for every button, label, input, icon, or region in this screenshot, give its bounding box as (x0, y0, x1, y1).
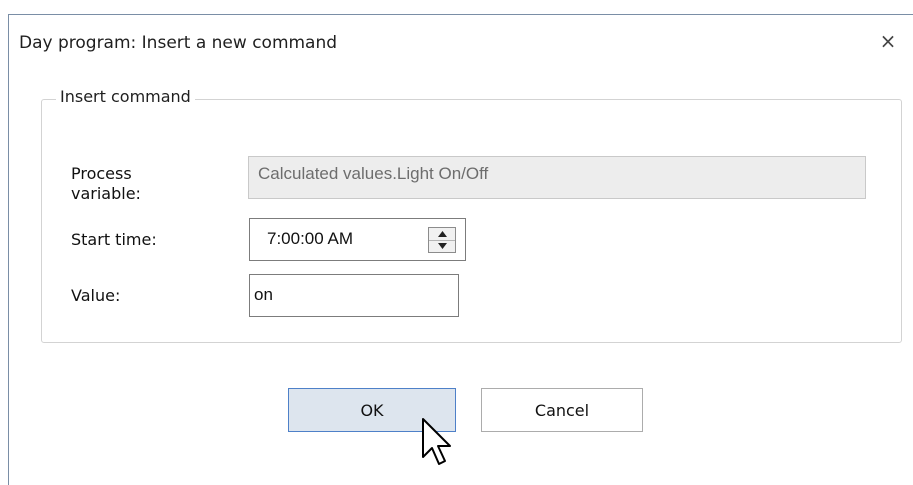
start-time-value: 7:00:00 AM (267, 229, 354, 248)
value-label: Value: (71, 286, 121, 305)
chevron-up-icon (437, 231, 447, 237)
mouse-pointer-icon (422, 418, 451, 465)
time-spinner[interactable] (428, 227, 456, 253)
process-variable-label: Process variable: (71, 164, 141, 200)
insert-command-group: Insert command Process variable: Calcula… (41, 87, 902, 343)
close-icon: × (879, 29, 897, 53)
title-bar: Day program: Insert a new command × (9, 15, 913, 71)
chevron-down-icon (437, 243, 447, 249)
dialog-window: Day program: Insert a new command × Inse… (8, 14, 913, 485)
start-time-input[interactable]: 7:00:00 AM (249, 218, 466, 261)
close-button[interactable]: × (877, 29, 899, 53)
spin-down-button[interactable] (429, 240, 455, 252)
process-variable-field: Calculated values.Light On/Off (248, 156, 866, 199)
group-legend: Insert command (56, 87, 195, 106)
cancel-button[interactable]: Cancel (481, 388, 643, 432)
start-time-label: Start time: (71, 230, 157, 249)
dialog-title: Day program: Insert a new command (19, 33, 338, 53)
value-input[interactable]: on (249, 274, 459, 317)
